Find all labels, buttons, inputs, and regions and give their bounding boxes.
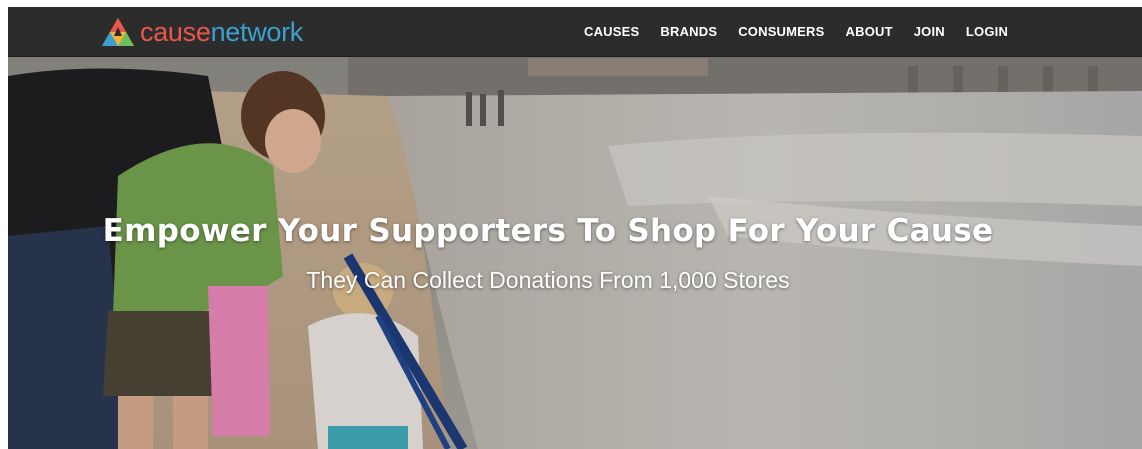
- hero-title: Empower Your Supporters To Shop For Your…: [102, 213, 994, 249]
- nav-about[interactable]: ABOUT: [846, 24, 893, 39]
- top-navbar: causenetwork CAUSES BRANDS CONSUMERS ABO…: [8, 7, 1142, 57]
- hero-subtitle: They Can Collect Donations From 1,000 St…: [306, 267, 790, 293]
- main-nav: CAUSES BRANDS CONSUMERS ABOUT JOIN LOGIN: [584, 7, 1029, 56]
- logo-icon: [102, 18, 134, 46]
- hero-background-image: [8, 56, 1142, 449]
- nav-causes[interactable]: CAUSES: [584, 24, 639, 39]
- brand-name-part2: network: [210, 16, 304, 47]
- brand-name-part1: cause: [140, 16, 211, 47]
- brand-wordmark: causenetwork: [140, 17, 303, 48]
- nav-brands[interactable]: BRANDS: [660, 24, 717, 39]
- hero-banner: Empower Your Supporters To Shop For Your…: [8, 56, 1142, 449]
- page-frame: causenetwork CAUSES BRANDS CONSUMERS ABO…: [8, 7, 1142, 449]
- nav-consumers[interactable]: CONSUMERS: [738, 24, 824, 39]
- nav-join[interactable]: JOIN: [914, 24, 945, 39]
- brand-logo[interactable]: causenetwork: [100, 13, 303, 51]
- nav-login[interactable]: LOGIN: [966, 24, 1008, 39]
